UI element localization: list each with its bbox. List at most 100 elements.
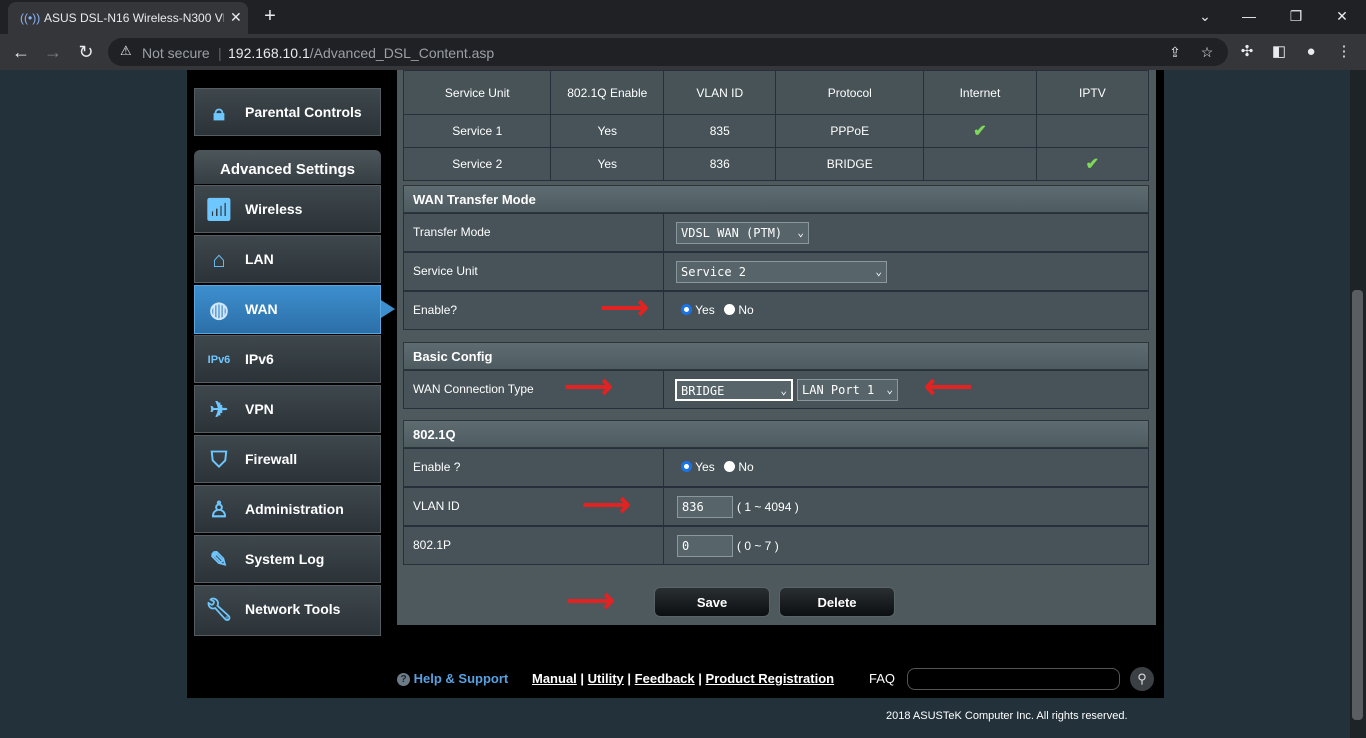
transfer-mode-select[interactable]: VDSL WAN (PTM) ⌄ [676, 222, 809, 244]
form-row-8021p: 802.1P 0 ( 0 ~ 7 ) [403, 526, 1149, 565]
search-icon[interactable]: ⚲ [1130, 667, 1154, 691]
cell-internet: ✔ [923, 114, 1037, 148]
close-tab-icon[interactable]: ✕ [230, 10, 244, 24]
checkmark-icon: ✔ [1085, 156, 1100, 173]
annotation-arrow-right: ⟶ [564, 368, 613, 406]
table-row: Service 1 Yes 835 PPPoE ✔ [402, 114, 1150, 148]
browser-toolbar: ← → ↻ ⚠ Not secure | 192.168.10.1/Advanc… [0, 34, 1366, 70]
section-header-basic-config: Basic Config [403, 342, 1149, 370]
help-label: Help & Support [413, 671, 509, 686]
sidebar-item-administration[interactable]: ♙ Administration [194, 485, 381, 533]
broadcast-icon: ((•)) [20, 11, 41, 25]
connection-type-select[interactable]: BRIDGE ⌄ [675, 379, 793, 401]
divider: | [218, 45, 222, 61]
cell-service-unit: Service 2 [402, 147, 552, 181]
cell-protocol: BRIDGE [775, 147, 925, 181]
table-row: Service 2 Yes 836 BRIDGE ✔ [402, 147, 1150, 181]
side-panel-icon[interactable]: ◧ [1269, 42, 1289, 62]
save-button[interactable]: Save [654, 587, 770, 617]
column-header: 802.1Q Enable [550, 70, 665, 115]
vlan-enable-no-radio[interactable]: No [724, 460, 754, 474]
url-path: /Advanced_DSL_Content.asp [309, 45, 495, 61]
utility-link[interactable]: Utility [588, 671, 624, 686]
sidebar-item-ipv6[interactable]: IPv6 IPv6 [194, 335, 381, 383]
sidebar-item-network-tools[interactable]: 🔧︎ Network Tools [194, 585, 381, 636]
form-row-connection-type: WAN Connection Type BRIDGE ⌄ LAN Port 1 ⌄ [403, 370, 1149, 409]
column-header: Protocol [775, 70, 925, 115]
sidebar-item-system-log[interactable]: ✎ System Log [194, 535, 381, 583]
wrench-icon: 🔧︎ [205, 597, 233, 622]
delete-button[interactable]: Delete [779, 587, 895, 617]
cell-service-unit: Service 1 [402, 114, 552, 148]
sidebar-item-label: Firewall [245, 451, 298, 467]
chevron-down-icon: ⌄ [875, 265, 882, 278]
sidebar-item-vpn[interactable]: ✈︎ VPN [194, 385, 381, 433]
select-value: VDSL WAN (PTM) [681, 226, 783, 240]
sidebar-item-firewall[interactable]: ⛉ Firewall [194, 435, 381, 483]
form-row-service-unit: Service Unit Service 2 ⌄ [403, 252, 1149, 291]
field-label: Enable ? [404, 449, 664, 486]
form-row-8021q-enable: Enable ? Yes No [403, 448, 1149, 487]
back-icon[interactable]: ← [11, 42, 31, 62]
manual-link[interactable]: Manual [532, 671, 577, 686]
annotation-arrow-right: ⟶ [600, 289, 649, 327]
vlan-id-input[interactable]: 836 [677, 496, 733, 518]
new-tab-icon[interactable]: + [260, 6, 280, 26]
column-header: IPTV [1035, 70, 1150, 115]
reload-icon[interactable]: ↻ [76, 42, 96, 62]
enable-no-radio[interactable]: No [724, 303, 754, 317]
sidebar-item-label: Administration [245, 501, 344, 517]
restore-icon[interactable]: ❐ [1286, 6, 1306, 26]
star-icon[interactable]: ☆ [1198, 43, 1216, 61]
chevron-down-icon[interactable]: ⌄ [1195, 6, 1215, 26]
cell-internet [923, 147, 1037, 181]
close-window-icon[interactable]: ✕ [1332, 6, 1352, 26]
minimize-icon[interactable]: — [1239, 6, 1259, 26]
vlan-enable-yes-radio[interactable]: Yes [681, 460, 715, 474]
priority-range: ( 0 ~ 7 ) [737, 539, 779, 553]
radio-unselected [724, 461, 735, 472]
form-row-transfer-mode: Transfer Mode VDSL WAN (PTM) ⌄ [403, 213, 1149, 252]
field-label: Transfer Mode [404, 214, 664, 251]
lan-port-select[interactable]: LAN Port 1 ⌄ [797, 379, 898, 401]
sidebar-item-parental-controls[interactable]: 🔒︎ Parental Controls [194, 88, 381, 136]
advanced-settings-header: Advanced Settings [194, 150, 381, 184]
sidebar-item-label: System Log [245, 551, 325, 567]
radio-unselected [724, 304, 735, 315]
column-header: Internet [923, 70, 1037, 115]
globe-icon: ◍ [209, 297, 229, 322]
ipv6-icon: IPv6 [207, 354, 231, 366]
sidebar-item-wireless[interactable]: 📶︎ Wireless [194, 185, 381, 233]
enable-yes-radio[interactable]: Yes [681, 303, 715, 317]
select-value: LAN Port 1 [802, 383, 875, 397]
cell-8021q-enable: Yes [550, 114, 665, 148]
product-registration-link[interactable]: Product Registration [706, 671, 835, 686]
shield-icon: ⛉ [210, 447, 228, 472]
browser-tab[interactable]: ((•)) ASUS DSL-N16 Wireless-N300 VD ✕ [8, 2, 248, 34]
scrollbar-thumb[interactable] [1352, 290, 1363, 720]
cell-iptv [1035, 114, 1150, 148]
help-support-link[interactable]: ? Help & Support [397, 671, 508, 686]
faq-search-input[interactable] [907, 668, 1120, 690]
radio-label: No [738, 460, 754, 474]
sidebar-item-lan[interactable]: ⌂ LAN [194, 235, 381, 283]
address-bar[interactable]: ⚠ Not secure | 192.168.10.1/Advanced_DSL… [108, 38, 1228, 66]
section-header-8021q: 802.1Q [403, 420, 1149, 448]
feedback-link[interactable]: Feedback [635, 671, 695, 686]
sidebar-item-wan[interactable]: ◍ WAN [194, 285, 381, 334]
forward-icon[interactable]: → [43, 42, 63, 62]
menu-icon[interactable]: ⋮ [1334, 42, 1354, 62]
faq-label: FAQ [869, 671, 896, 686]
sidebar-item-label: IPv6 [245, 351, 274, 367]
service-unit-select[interactable]: Service 2 ⌄ [676, 261, 887, 283]
sidebar-item-label: VPN [245, 401, 274, 417]
log-icon: ✎ [209, 547, 229, 572]
extensions-icon[interactable]: ✣ [1237, 42, 1257, 62]
chevron-down-icon: ⌄ [886, 383, 893, 396]
priority-input[interactable]: 0 [677, 535, 733, 557]
select-value: BRIDGE [681, 384, 725, 398]
wifi-icon: 📶︎ [205, 197, 233, 222]
share-icon[interactable]: ⇪ [1166, 43, 1184, 61]
profile-icon[interactable]: ● [1301, 42, 1321, 62]
vlan-id-range: ( 1 ~ 4094 ) [737, 500, 799, 514]
